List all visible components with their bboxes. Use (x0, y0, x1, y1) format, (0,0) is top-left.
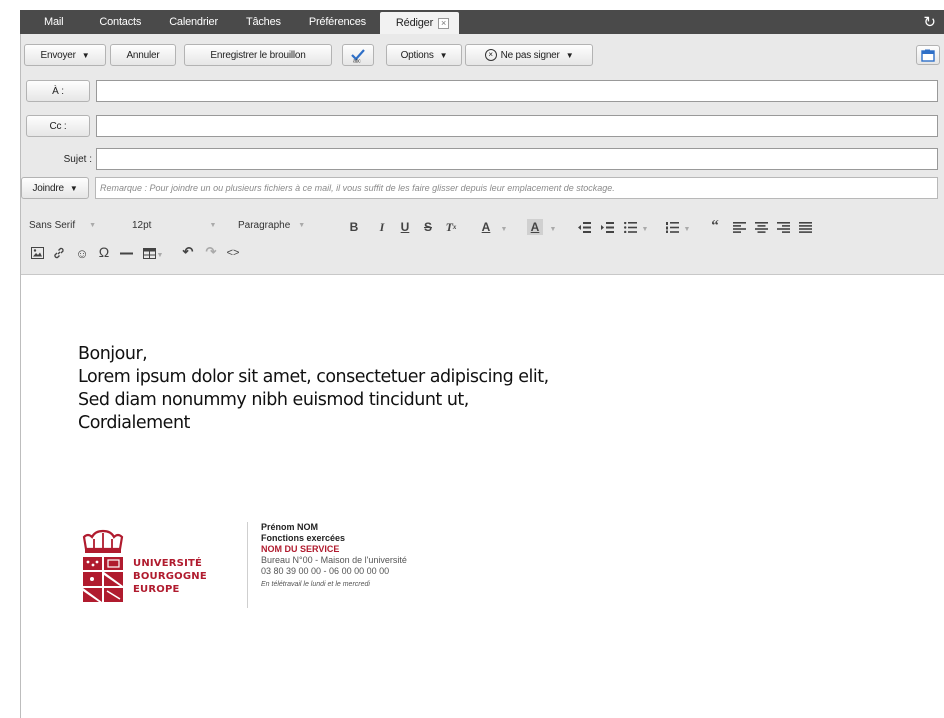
cc-button[interactable]: Cc : (26, 115, 90, 137)
emoji-icon[interactable]: ☺ (74, 245, 90, 261)
italic-icon[interactable]: I (374, 219, 390, 235)
align-right-icon[interactable] (775, 219, 791, 235)
sign-label: Ne pas signer (500, 49, 560, 61)
bold-icon[interactable]: B (346, 219, 362, 235)
send-label: Envoyer (40, 49, 76, 61)
block-format-select[interactable]: Paragraphe ▼ (238, 220, 305, 231)
chevron-down-icon: ▼ (298, 222, 306, 229)
message-editor[interactable]: Bonjour, Lorem ipsum dolor sit amet, con… (21, 274, 944, 718)
popout-icon (921, 49, 935, 62)
signature-remote: En télétravail le lundi et le mercredi (261, 581, 370, 588)
to-button[interactable]: À : (26, 80, 90, 102)
chevron-down-icon: ▼ (439, 50, 448, 60)
tab-compose[interactable]: Rédiger × (379, 12, 460, 34)
options-button[interactable]: Options ▼ (386, 44, 462, 66)
message-line: Cordialement (78, 413, 190, 433)
source-code-icon[interactable]: <> (225, 245, 241, 261)
university-logo-icon (82, 529, 124, 602)
indent-icon[interactable] (599, 219, 615, 235)
undo-icon[interactable]: ↶ (180, 244, 196, 260)
align-left-icon[interactable] (731, 219, 747, 235)
font-family-value: Sans Serif (29, 220, 76, 231)
align-center-icon[interactable] (753, 219, 769, 235)
signature-phones: 03 80 39 00 00 - 06 00 00 00 00 (261, 566, 390, 576)
chevron-down-icon[interactable]: ▼ (156, 247, 164, 263)
cc-field[interactable] (96, 115, 938, 137)
signature-name: Prénom NOM (261, 522, 319, 532)
font-family-select[interactable]: Sans Serif ▼ (29, 220, 96, 231)
chevron-down-icon: ▼ (81, 50, 90, 60)
clear-format-icon[interactable]: Tx (443, 219, 459, 235)
popout-button[interactable] (916, 45, 940, 65)
chevron-down-icon[interactable]: ▼ (641, 221, 649, 237)
outdent-icon[interactable] (576, 219, 592, 235)
to-field[interactable] (96, 80, 938, 102)
svg-text:abc: abc (353, 59, 361, 64)
tab-compose-label: Rédiger (395, 17, 434, 29)
refresh-icon[interactable]: ↻ (923, 10, 944, 34)
align-justify-icon[interactable] (797, 219, 813, 235)
special-character-icon[interactable]: Ω (96, 244, 112, 260)
message-line: Sed diam nonummy nibh euismod tincidunt … (78, 390, 469, 410)
signature-office: Bureau N°00 - Maison de l'université (261, 555, 407, 565)
redo-icon[interactable]: ↷ (203, 244, 219, 260)
app-nav-bar: Mail Contacts Calendrier Tâches Préféren… (20, 10, 944, 34)
signature-service: NOM DU SERVICE (261, 544, 340, 554)
signature-role: Fonctions exercées (261, 533, 346, 543)
tab-calendar[interactable]: Calendrier (155, 10, 232, 34)
sign-select[interactable]: × Ne pas signer ▼ (465, 44, 593, 66)
tab-preferences[interactable]: Préférences (295, 10, 380, 34)
text-color-icon[interactable]: A (478, 219, 494, 235)
font-size-select[interactable]: 12pt ▼ (132, 220, 216, 231)
attach-label: Joindre (32, 182, 64, 194)
numbered-list-icon[interactable] (664, 219, 680, 235)
block-format-value: Paragraphe (238, 220, 291, 231)
horizontal-rule-icon[interactable] (118, 245, 134, 261)
tab-tasks[interactable]: Tâches (232, 10, 295, 34)
message-line: Bonjour, (78, 344, 148, 364)
font-size-value: 12pt (132, 220, 152, 231)
logo-line: EUROPE (133, 584, 180, 595)
university-logo-text: UNIVERSITÉ BOURGOGNE EUROPE (133, 557, 207, 596)
close-icon[interactable]: × (438, 17, 450, 29)
options-label: Options (400, 49, 434, 61)
signature-block: Prénom NOM Fonctions exercées NOM DU SER… (261, 522, 407, 590)
tab-contacts[interactable]: Contacts (85, 10, 155, 34)
signature-divider (247, 522, 248, 608)
message-line: Lorem ipsum dolor sit amet, consectetuer… (78, 367, 549, 387)
chevron-down-icon: ▼ (209, 222, 217, 229)
image-icon[interactable] (29, 245, 45, 261)
chevron-down-icon[interactable]: ▼ (683, 221, 691, 237)
bullet-list-icon[interactable] (622, 219, 638, 235)
logo-line: UNIVERSITÉ (133, 558, 203, 569)
send-button[interactable]: Envoyer ▼ (24, 44, 106, 66)
strikethrough-icon[interactable]: S (420, 219, 436, 235)
cancel-button[interactable]: Annuler (110, 44, 176, 66)
logo-line: BOURGOGNE (133, 571, 207, 582)
link-icon[interactable] (51, 245, 67, 261)
spellcheck-icon: abc (351, 49, 365, 64)
underline-icon[interactable]: U (397, 219, 413, 235)
no-sign-icon: × (484, 49, 497, 61)
table-icon[interactable] (141, 245, 157, 261)
attach-button[interactable]: Joindre ▼ (21, 177, 89, 199)
chevron-down-icon: ▼ (69, 183, 78, 193)
subject-field[interactable] (96, 148, 938, 170)
chevron-down-icon[interactable]: ▼ (549, 221, 557, 237)
save-draft-button[interactable]: Enregistrer le brouillon (184, 44, 332, 66)
attach-note: Remarque : Pour joindre un ou plusieurs … (100, 183, 615, 193)
highlight-color-icon[interactable]: A (527, 219, 543, 235)
chevron-down-icon[interactable]: ▼ (500, 221, 508, 237)
spellcheck-button[interactable]: abc (342, 44, 374, 66)
attach-dropzone[interactable]: Remarque : Pour joindre un ou plusieurs … (95, 177, 938, 199)
chevron-down-icon: ▼ (89, 222, 97, 229)
tab-mail[interactable]: Mail (20, 10, 85, 34)
message-body[interactable]: Bonjour, Lorem ipsum dolor sit amet, con… (78, 343, 549, 435)
subject-label: Sujet : (63, 153, 92, 165)
chevron-down-icon: ▼ (565, 50, 574, 60)
blockquote-icon[interactable]: “ (707, 218, 723, 234)
